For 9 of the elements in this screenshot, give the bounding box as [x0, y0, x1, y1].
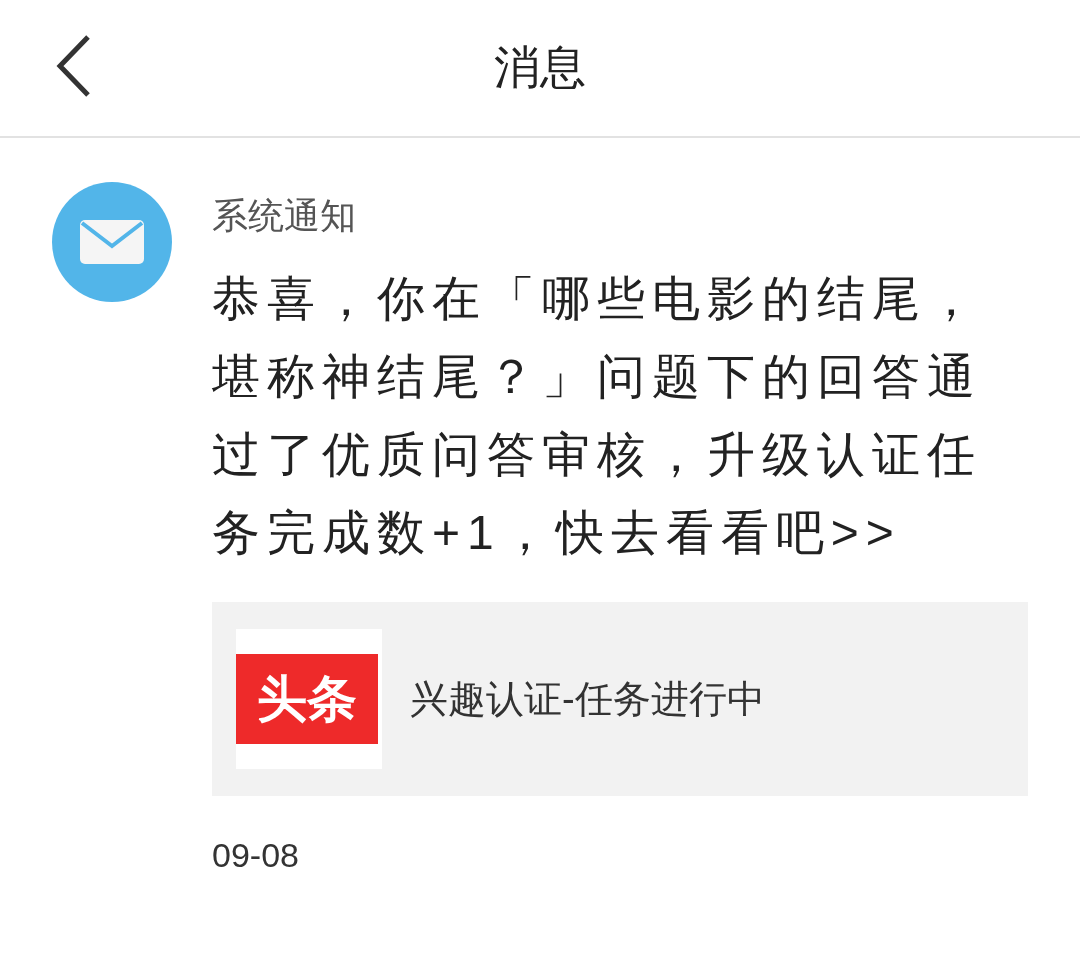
back-icon — [56, 34, 92, 98]
logo-badge: 头条 — [236, 654, 378, 744]
message-date: 09-08 — [212, 836, 300, 875]
page-title: 消息 — [494, 40, 586, 95]
link-card[interactable]: 头条 兴趣认证-任务进行中 — [212, 602, 1028, 796]
mail-avatar-icon — [52, 182, 172, 302]
message-text: 恭喜，你在「哪些电影的结尾，堪称神结尾？」问题下的回答通过了优质问答审核，升级认证任务完成数+1，快去看看吧>> — [212, 271, 983, 561]
card-title: 兴趣认证-任务进行中 — [410, 676, 765, 722]
sender-name: 系统通知 — [212, 194, 357, 238]
